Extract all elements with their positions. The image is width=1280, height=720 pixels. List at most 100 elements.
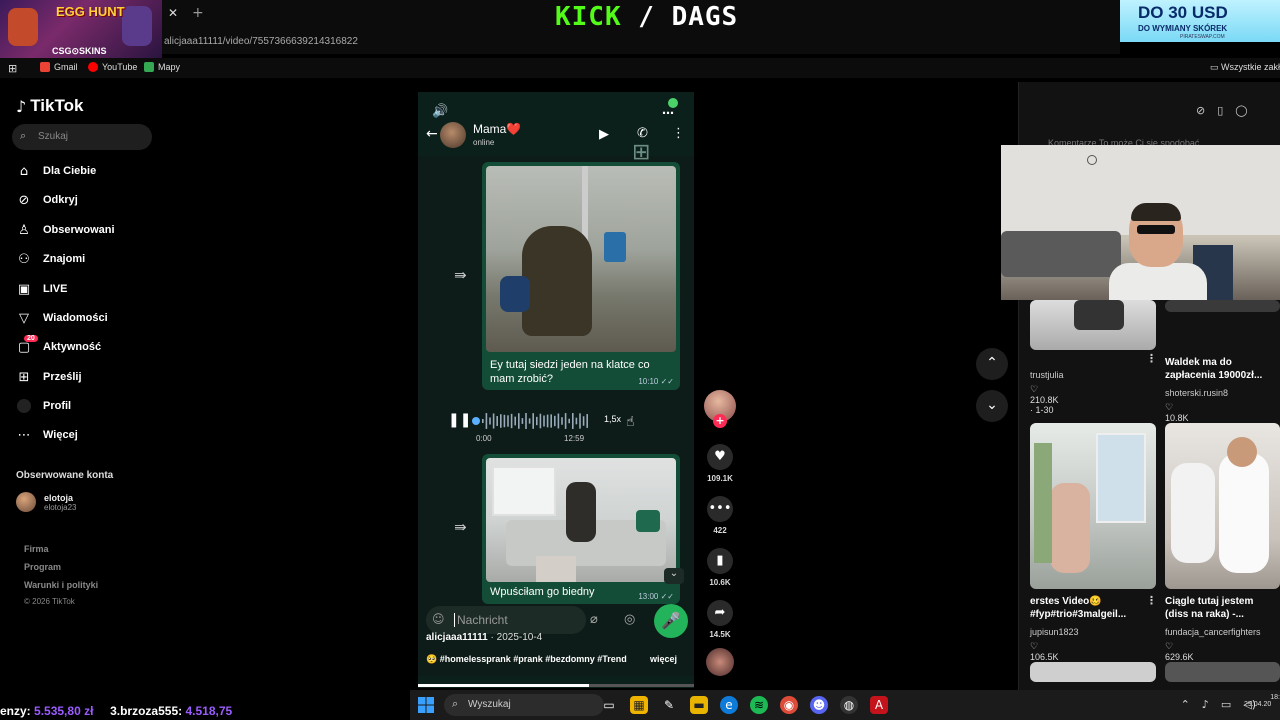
windows-start-icon[interactable] (418, 697, 434, 713)
waveform-bar (532, 413, 534, 429)
waveform-bar (510, 413, 513, 429)
microphone-icon[interactable]: ♪ (1202, 698, 1209, 711)
tab-subtitle: CSG⊙SKINS (52, 46, 107, 56)
bookmark-gmail[interactable]: Gmail (40, 62, 78, 72)
footer-link-program[interactable]: Program (24, 562, 61, 572)
video-author[interactable]: alicjaaa11111 · 2025-10-4 (426, 632, 542, 643)
bookmark-maps[interactable]: Mapy (144, 62, 180, 72)
follow-plus-icon[interactable]: + (713, 414, 727, 428)
task-view-icon[interactable]: ▭ (600, 696, 618, 714)
video-date: · 2025-10-4 (490, 632, 543, 643)
chrome-icon[interactable]: ◉ (780, 696, 798, 714)
photo-window (492, 466, 556, 516)
nav-wiecej[interactable]: ⋯ Więcej (16, 424, 78, 446)
video-progress-bar[interactable] (418, 684, 694, 687)
footer-link-firma[interactable]: Firma (24, 544, 49, 554)
edge-icon[interactable]: e (720, 696, 738, 714)
card-user[interactable]: shoterski.rusin8 (1165, 388, 1228, 398)
footer-link-terms[interactable]: Warunki i polityki (24, 580, 98, 590)
nav-aktywnosc[interactable]: ▢ 20 Aktywność (16, 335, 101, 358)
filter-icon[interactable]: ⊘ (1196, 104, 1205, 117)
tiktok-logo[interactable]: ♪ TikTok (16, 96, 83, 116)
card-title[interactable]: Ciągle tutaj jestem (diss na raka) -... (1165, 595, 1277, 621)
video-thumbnail[interactable] (1030, 662, 1156, 682)
taskbar-search[interactable]: ⌕ Wyszukaj (444, 694, 604, 716)
thumbnail-figure (1074, 300, 1124, 330)
address-bar[interactable]: alicjaaa11111/video/7557366639214316822 (162, 30, 1120, 54)
waveform-bar (564, 413, 567, 429)
nav-dla-ciebie[interactable]: ⌂ Dla Ciebie (16, 160, 96, 182)
video-thumbnail[interactable] (1165, 300, 1280, 312)
comment-button[interactable]: ••• 422 (702, 496, 738, 535)
close-tab-icon[interactable]: ✕ (168, 6, 182, 20)
discord-icon[interactable]: ☻ (810, 696, 828, 714)
chat-input-placeholder: Nachricht (454, 613, 508, 627)
video-player[interactable]: 🔊 ⋯ ← Mama❤️ online ▶ ✆ ⋮ ⊞ ⇛ Ey tutaj s… (418, 92, 694, 688)
system-clock[interactable]: 18: 29.04.20 (1244, 694, 1280, 708)
file-explorer-icon[interactable]: ▬ (690, 696, 708, 714)
author-name[interactable]: alicjaaa11111 (426, 632, 488, 643)
nav-przeslij[interactable]: ⊞ Prześlij (16, 366, 82, 388)
nav-wiadomosci[interactable]: ▽ Wiadomości (16, 307, 108, 329)
previous-video-button[interactable]: ⌃ (976, 348, 1008, 380)
following-icon: ♙ (18, 222, 30, 238)
phone-icon[interactable]: ▯ (1217, 104, 1223, 117)
card-user[interactable]: jupisun1823 (1030, 627, 1079, 637)
photo-bucket (604, 232, 626, 262)
tab-title: EGG HUNT (56, 4, 125, 19)
more-icon: ⋯ (17, 427, 31, 443)
browser-tab[interactable]: EGG HUNT CSG⊙SKINS (0, 0, 162, 58)
nav-profil[interactable]: Profil (16, 395, 71, 417)
nav-znajomi[interactable]: ⚇ Znajomi (16, 248, 85, 270)
card-user[interactable]: trustjulia (1030, 370, 1064, 380)
video-hashtags[interactable]: 🥺 #homelessprank #prank #bezdomny #Trend (426, 654, 627, 665)
like-button[interactable]: ♥ 109.1K (702, 444, 738, 483)
share-button[interactable]: ➦ 14.5K (702, 600, 738, 639)
chevron-up-icon[interactable]: ⌃ (1181, 698, 1190, 711)
more-options-icon[interactable]: ⋮ (1146, 352, 1157, 365)
app-icon[interactable]: A (870, 696, 888, 714)
friends-icon: ⚇ (18, 251, 30, 267)
nav-odkryj[interactable]: ⊘ Odkryj (16, 189, 78, 211)
webcam-person-hair (1131, 203, 1181, 221)
video-thumbnail[interactable] (1165, 423, 1280, 589)
new-tab-icon[interactable]: + (192, 5, 204, 21)
card-title[interactable]: Waldek ma do zapłacenia 19000zł... (1165, 356, 1277, 382)
video-thumbnail[interactable] (1030, 423, 1156, 589)
chat-menu-icon: ⋮ (672, 126, 685, 141)
voice-waveform (472, 413, 588, 429)
video-thumbnail[interactable] (1165, 662, 1280, 682)
more-options-icon[interactable]: ⋮ (1146, 594, 1157, 607)
url-text[interactable]: alicjaaa11111/video/7557366639214316822 (164, 36, 358, 47)
bookmark-youtube[interactable]: YouTube (88, 62, 137, 72)
followed-account[interactable]: elotoja elotoja23 (16, 492, 76, 512)
save-button[interactable]: ▮ 10.6K (702, 548, 738, 587)
bookmarks-bar: ⊞ Gmail YouTube Mapy ▭ Wszystkie zakł (0, 58, 1280, 78)
pen-icon[interactable]: ✎ (660, 696, 678, 714)
nav-label: LIVE (43, 283, 68, 295)
nav-obserwowani[interactable]: ♙ Obserwowani (16, 219, 114, 241)
video-thumbnail[interactable] (1030, 300, 1156, 350)
waveform-bar (546, 414, 549, 428)
stream-title-left: KICK (555, 2, 622, 32)
next-video-button[interactable]: ⌄ (976, 390, 1008, 422)
search-input[interactable]: ⌕ Szukaj (12, 124, 152, 150)
apps-icon[interactable]: ⊞ (8, 62, 17, 75)
network-icon[interactable]: ▭ (1221, 698, 1231, 711)
card-title[interactable]: erstes Video🥴 #fyp#trio#3malgeil... (1030, 595, 1154, 621)
chat-message: Ey tutaj siedzi jeden na klatce co mam z… (482, 162, 680, 390)
card-user[interactable]: fundacja_cancerfighters (1165, 627, 1261, 637)
spotify-icon[interactable]: ≋ (750, 696, 768, 714)
photo-person (566, 482, 596, 542)
bookmark-icon: ▮ (707, 548, 733, 574)
phone-icon: ✆ (637, 126, 648, 141)
tab-art-figure (122, 6, 152, 46)
more-link[interactable]: więcej (650, 654, 677, 664)
store-icon[interactable]: ▦ (630, 696, 648, 714)
all-bookmarks[interactable]: ▭ Wszystkie zakł (1210, 62, 1280, 73)
music-disc[interactable] (706, 648, 734, 676)
obs-icon[interactable]: ◍ (840, 696, 858, 714)
search-placeholder: Szukaj (38, 131, 69, 142)
nav-live[interactable]: ▣ LIVE (16, 278, 68, 300)
bookmark-label: Gmail (54, 62, 78, 72)
